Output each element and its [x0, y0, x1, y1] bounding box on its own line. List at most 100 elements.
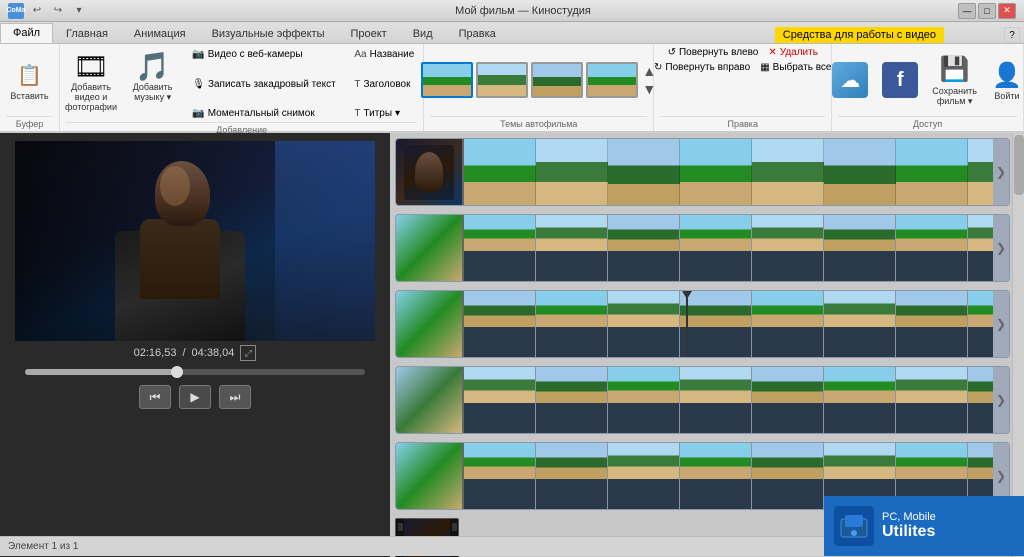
ribbon-content: 📋 Вставить Буфер 🎞 Добавить видео и фото…	[0, 44, 1024, 132]
frame-2-8	[968, 215, 993, 281]
preview-video	[15, 141, 375, 341]
frame-3-5	[752, 291, 824, 357]
time-display: 02:16,53 / 04:38,04 ⤢	[134, 345, 257, 361]
facebook-btn[interactable]: f	[878, 60, 922, 100]
theme-thumb-2[interactable]	[476, 62, 528, 98]
minimize-btn[interactable]: —	[958, 3, 976, 19]
frame-4-4	[680, 367, 752, 433]
webcam-icon: 📷	[192, 49, 204, 60]
name-btn[interactable]: Aa Название	[351, 48, 417, 61]
frame-2-7	[896, 215, 968, 281]
timeline-strip-3: ❯	[395, 290, 1010, 358]
theme-thumb-4[interactable]	[586, 62, 638, 98]
strip-2-arrow[interactable]: ❯	[993, 215, 1009, 281]
timeline-area[interactable]: ❯	[390, 133, 1024, 557]
maximize-btn[interactable]: □	[978, 3, 996, 19]
playback-controls: ⏮ ▶ ⏭	[139, 385, 251, 409]
heading-label: Заголовок	[363, 79, 410, 90]
name-icon: Aa	[354, 49, 366, 60]
special-tab[interactable]: Средства для работы с видео	[775, 27, 944, 43]
heading-btn[interactable]: T Заголовок	[351, 78, 417, 91]
edit-row-1: ↺ Повернуть влево ✕ Удалить	[665, 46, 821, 59]
ribbon: Файл Главная Анимация Визуальные эффекты…	[0, 22, 1024, 133]
frame-5-5	[752, 443, 824, 509]
strip-1-arrow[interactable]: ❯	[993, 139, 1009, 205]
ribbon-group-edit: ↺ Повернуть влево ✕ Удалить ↻ Повернуть …	[654, 44, 832, 131]
save-movie-icon: 💾	[939, 54, 971, 86]
webcam-btn[interactable]: 📷 Видео с веб-камеры	[189, 48, 338, 61]
delete-btn[interactable]: ✕ Удалить	[765, 46, 821, 59]
text-buttons: 📷 Видео с веб-камеры 🎙 Записать закадров…	[189, 48, 338, 120]
add-video-btn[interactable]: 🎞 Добавить видео и фотографии	[66, 48, 116, 114]
frame-4-1	[464, 367, 536, 433]
timeline-strip-1: ❯	[395, 138, 1010, 206]
help-btn[interactable]: ?	[1004, 27, 1020, 43]
credits-icon: T	[354, 108, 360, 119]
redo-btn[interactable]: ↪	[49, 3, 67, 19]
frame-4-8	[968, 367, 993, 433]
tab-edit[interactable]: Правка	[446, 23, 509, 43]
frame-5-1	[464, 443, 536, 509]
save-movie-btn[interactable]: 💾 Сохранитьфильм ▾	[928, 52, 981, 109]
voiceover-label: Записать закадровый текст	[208, 79, 336, 90]
buffer-label: Буфер	[6, 116, 53, 129]
tab-effects[interactable]: Визуальные эффекты	[199, 23, 338, 43]
forward-btn[interactable]: ⏭	[219, 385, 251, 409]
credits-btn[interactable]: T Титры ▾	[351, 107, 417, 120]
timeline-strip-4: ❯	[395, 366, 1010, 434]
tab-animation[interactable]: Анимация	[121, 23, 199, 43]
close-btn[interactable]: ✕	[998, 3, 1016, 19]
name-label: Название	[370, 49, 415, 60]
title-bar-left: CoMa ↩ ↪ ▾	[8, 3, 88, 19]
frame-2-2	[536, 215, 608, 281]
quick-access: ↩ ↪ ▾	[28, 3, 88, 19]
rotate-left-btn[interactable]: ↺ Повернуть влево	[665, 46, 762, 59]
add-video-label: Добавить видео и фотографии	[65, 82, 117, 112]
edit-content: ↺ Повернуть влево ✕ Удалить ↻ Повернуть …	[651, 46, 834, 114]
rotate-right-icon: ↻	[654, 62, 662, 73]
frame-5-3	[608, 443, 680, 509]
cloud-btn[interactable]: ☁	[828, 60, 872, 100]
qa-dropdown[interactable]: ▾	[70, 3, 88, 19]
frame-3-3	[608, 291, 680, 357]
progress-bar[interactable]	[25, 369, 365, 375]
snapshot-btn[interactable]: 📷 Моментальный снимок	[189, 107, 338, 120]
tab-file[interactable]: Файл	[0, 23, 53, 43]
watermark-line2: Utilites	[882, 523, 936, 541]
play-btn[interactable]: ▶	[179, 385, 211, 409]
main-area: 02:16,53 / 04:38,04 ⤢ ⏮ ▶ ⏭	[0, 133, 1024, 557]
rotate-right-btn[interactable]: ↻ Повернуть вправо	[651, 61, 753, 74]
rewind-btn[interactable]: ⏮	[139, 385, 171, 409]
app-logo: CoMa	[6, 7, 25, 14]
scrollbar-thumb[interactable]	[1014, 135, 1024, 195]
tab-view[interactable]: Вид	[400, 23, 446, 43]
tab-home[interactable]: Главная	[53, 23, 121, 43]
tab-bar: Файл Главная Анимация Визуальные эффекты…	[0, 22, 1024, 44]
frame-2-4	[680, 215, 752, 281]
voiceover-btn[interactable]: 🎙 Записать закадровый текст	[189, 78, 338, 91]
undo-btn[interactable]: ↩	[28, 3, 46, 19]
strip-2-inner	[464, 215, 993, 281]
frame-4-6	[824, 367, 896, 433]
progress-thumb[interactable]	[171, 366, 183, 378]
window-title: Мой фильм — Киностудия	[88, 5, 958, 17]
theme-thumb-3[interactable]	[531, 62, 583, 98]
select-all-btn[interactable]: ▦ Выбрать все	[757, 61, 834, 74]
timeline-strip-2: ❯	[395, 214, 1010, 282]
preview-panel: 02:16,53 / 04:38,04 ⤢ ⏮ ▶ ⏭	[0, 133, 390, 557]
theme-thumb-1[interactable]	[421, 62, 473, 98]
webcam-label: Видео с веб-камеры	[208, 49, 303, 60]
login-btn[interactable]: 👤 Войти	[987, 57, 1024, 103]
timeline-scrollbar[interactable]	[1012, 133, 1024, 557]
insert-btn[interactable]: 📋 Вставить	[6, 57, 52, 103]
frame-1-3	[608, 139, 680, 205]
strip-3-arrow[interactable]: ❯	[993, 291, 1009, 357]
add-content: 🎞 Добавить видео и фотографии 🎵 Добавить…	[66, 48, 417, 120]
strip-4-inner	[464, 367, 993, 433]
expand-btn[interactable]: ⤢	[240, 345, 256, 361]
add-music-btn[interactable]: 🎵 Добавить музыку ▾	[122, 48, 183, 105]
cloud-icon: ☁	[832, 62, 868, 98]
strip-4-arrow[interactable]: ❯	[993, 367, 1009, 433]
ribbon-group-buffer: 📋 Вставить Буфер	[0, 44, 60, 131]
tab-project[interactable]: Проект	[337, 23, 399, 43]
